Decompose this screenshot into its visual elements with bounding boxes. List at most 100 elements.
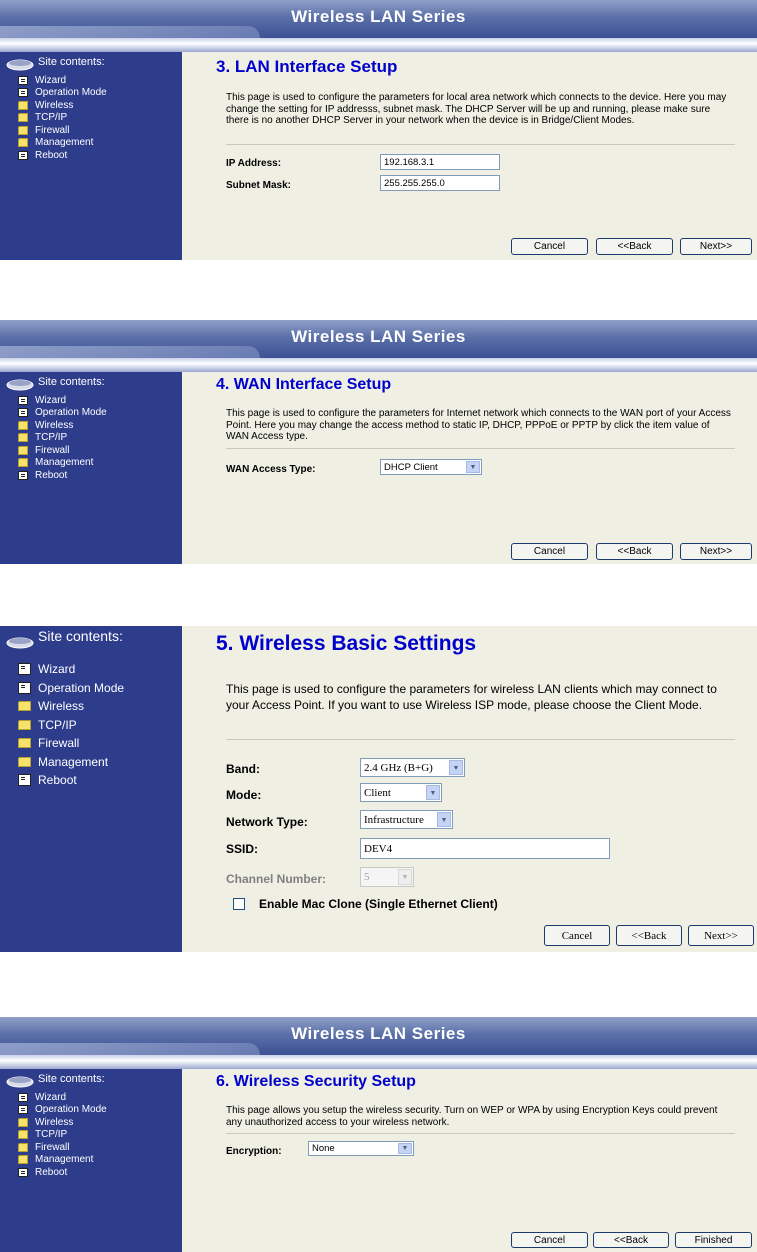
- page-title: 3. LAN Interface Setup: [216, 57, 398, 76]
- channel-number-label: Channel Number:: [226, 872, 327, 886]
- mode-label: Mode:: [226, 788, 262, 802]
- chevron-down-icon: ▼: [449, 760, 463, 775]
- page-icon: [18, 774, 31, 787]
- wan-access-type-select[interactable]: DHCP Client ▼: [380, 459, 482, 475]
- nav-item-tcpip[interactable]: TCP/IP: [18, 112, 107, 125]
- folder-icon: [18, 125, 28, 135]
- encryption-select[interactable]: None ▼: [308, 1141, 414, 1156]
- nav-item-operation-mode[interactable]: Operation Mode: [18, 679, 124, 698]
- chevron-down-icon: ▼: [426, 785, 440, 800]
- back-button[interactable]: <<Back: [616, 925, 682, 946]
- band-label: Band:: [226, 762, 260, 776]
- nav-item-wireless[interactable]: Wireless: [18, 419, 107, 432]
- sidebar: Site contents: Wizard Operation Mode Wir…: [0, 52, 182, 260]
- subnet-mask-input[interactable]: 255.255.255.0: [380, 175, 500, 191]
- folder-icon: [18, 100, 28, 110]
- nav-item-wizard[interactable]: Wizard: [18, 394, 107, 407]
- nav-item-wizard[interactable]: Wizard: [18, 660, 124, 679]
- chevron-down-icon: ▼: [466, 461, 480, 473]
- page-icon: [18, 408, 28, 418]
- page-title: 5. Wireless Basic Settings: [216, 632, 477, 655]
- ssid-label: SSID:: [226, 842, 259, 856]
- nav-item-wireless[interactable]: Wireless: [18, 697, 124, 716]
- nav-item-reboot[interactable]: Reboot: [18, 1166, 107, 1179]
- sidebar: Site contents: Wizard Operation Mode Wir…: [0, 1069, 182, 1252]
- page-icon: [18, 663, 31, 676]
- page-icon: [18, 1167, 28, 1177]
- band-select[interactable]: 2.4 GHz (B+G) ▼: [360, 758, 465, 777]
- nav-item-firewall[interactable]: Firewall: [18, 1141, 107, 1154]
- page-icon: [18, 395, 28, 405]
- page-icon: [18, 88, 28, 98]
- nav-item-wizard[interactable]: Wizard: [18, 1091, 107, 1104]
- site-contents-label: Site contents:: [38, 56, 105, 68]
- nav-item-firewall[interactable]: Firewall: [18, 124, 107, 137]
- site-contents-label: Site contents:: [38, 376, 105, 388]
- mac-clone-label: Enable Mac Clone (Single Ethernet Client…: [259, 897, 498, 911]
- panel-wireless-security: Wireless LAN Series Site contents: Wizar…: [0, 1017, 757, 1252]
- nav-item-reboot[interactable]: Reboot: [18, 469, 107, 482]
- chevron-down-icon: ▼: [398, 869, 412, 885]
- content-area: 5. Wireless Basic Settings This page is …: [182, 626, 757, 952]
- content-area: 6. Wireless Security Setup This page all…: [182, 1069, 757, 1252]
- header-bar: Wireless LAN Series: [0, 0, 757, 38]
- nav-item-management[interactable]: Management: [18, 137, 107, 150]
- nav-item-firewall[interactable]: Firewall: [18, 444, 107, 457]
- wan-access-type-label: WAN Access Type:: [226, 464, 316, 475]
- nav-item-operation-mode[interactable]: Operation Mode: [18, 407, 107, 420]
- page-icon: [18, 1105, 28, 1115]
- sidebar: Site contents: Wizard Operation Mode Wir…: [0, 626, 182, 952]
- back-button[interactable]: <<Back: [596, 543, 673, 560]
- page-description: This page is used to configure the param…: [226, 682, 717, 712]
- nav-item-tcpip[interactable]: TCP/IP: [18, 716, 124, 735]
- nav-item-reboot[interactable]: Reboot: [18, 771, 124, 790]
- page-icon: [18, 150, 28, 160]
- site-contents-label: Site contents:: [38, 628, 123, 644]
- nav-item-management[interactable]: Management: [18, 457, 107, 470]
- page-icon: [18, 75, 28, 85]
- mac-clone-checkbox[interactable]: [233, 898, 245, 910]
- folder-icon: [18, 738, 31, 749]
- nav-item-wireless[interactable]: Wireless: [18, 1116, 107, 1129]
- cancel-button[interactable]: Cancel: [544, 925, 610, 946]
- panel-wan-setup: Wireless LAN Series Site contents: Wizar…: [0, 320, 757, 564]
- nav-tree: Wizard Operation Mode Wireless TCP/IP Fi…: [18, 1091, 107, 1179]
- nav-item-reboot[interactable]: Reboot: [18, 149, 107, 162]
- ssid-input[interactable]: DEV4: [360, 838, 610, 859]
- nav-item-management[interactable]: Management: [18, 1154, 107, 1167]
- ip-address-input[interactable]: 192.168.3.1: [380, 154, 500, 170]
- cancel-button[interactable]: Cancel: [511, 238, 588, 255]
- folder-icon: [18, 445, 28, 455]
- app-title: Wireless LAN Series: [291, 7, 466, 26]
- nav-item-management[interactable]: Management: [18, 753, 124, 772]
- channel-number-select[interactable]: 5 ▼: [360, 867, 414, 887]
- back-button[interactable]: <<Back: [593, 1232, 669, 1248]
- folder-icon: [18, 1117, 28, 1127]
- nav-tree: Wizard Operation Mode Wireless TCP/IP Fi…: [18, 660, 124, 790]
- finished-button[interactable]: Finished: [675, 1232, 752, 1248]
- cancel-button[interactable]: Cancel: [511, 1232, 588, 1248]
- folder-icon: [18, 719, 31, 730]
- chevron-down-icon: ▼: [437, 812, 451, 827]
- content-area: 3. LAN Interface Setup This page is used…: [182, 52, 757, 260]
- network-type-select[interactable]: Infrastructure ▼: [360, 810, 453, 829]
- router-icon: [6, 379, 34, 391]
- panel-lan-setup: Wireless LAN Series Site contents: Wizar…: [0, 0, 757, 260]
- next-button[interactable]: Next>>: [688, 925, 754, 946]
- folder-icon: [18, 113, 28, 123]
- mode-select[interactable]: Client ▼: [360, 783, 442, 802]
- nav-item-operation-mode[interactable]: Operation Mode: [18, 1104, 107, 1117]
- cancel-button[interactable]: Cancel: [511, 543, 588, 560]
- nav-item-wireless[interactable]: Wireless: [18, 99, 107, 112]
- nav-item-firewall[interactable]: Firewall: [18, 734, 124, 753]
- back-button[interactable]: <<Back: [596, 238, 673, 255]
- nav-item-operation-mode[interactable]: Operation Mode: [18, 87, 107, 100]
- header-bar: Wireless LAN Series: [0, 1017, 757, 1055]
- nav-item-tcpip[interactable]: TCP/IP: [18, 432, 107, 445]
- next-button[interactable]: Next>>: [680, 238, 752, 255]
- router-icon: [6, 59, 34, 71]
- next-button[interactable]: Next>>: [680, 543, 752, 560]
- encryption-label: Encryption:: [226, 1146, 282, 1157]
- nav-item-tcpip[interactable]: TCP/IP: [18, 1129, 107, 1142]
- nav-item-wizard[interactable]: Wizard: [18, 74, 107, 87]
